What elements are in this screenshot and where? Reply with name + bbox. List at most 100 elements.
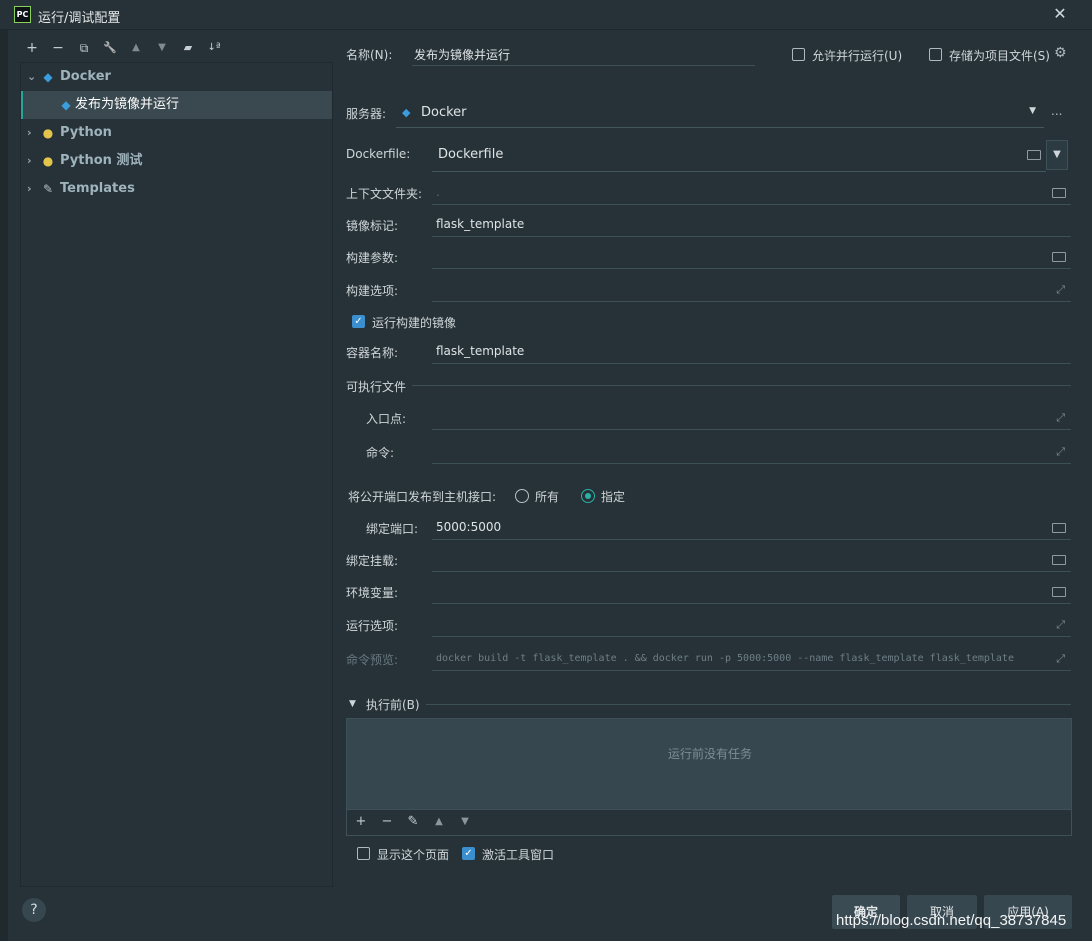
allow-parallel-label: 允许并行运行(U): [812, 49, 903, 63]
folder-icon[interactable]: [1052, 555, 1066, 565]
show-page-label: 显示这个页面: [377, 848, 450, 862]
chevron-down-icon[interactable]: ⌄: [27, 63, 36, 91]
radio-all[interactable]: [515, 489, 529, 503]
tree-item-templates[interactable]: › ✎ Templates: [21, 175, 332, 203]
container-name-label: 容器名称:: [346, 346, 399, 360]
tree-item-label: Python: [60, 125, 112, 140]
before-launch-list: 运行前没有任务: [346, 718, 1072, 810]
edit-task-pencil-icon[interactable]: ✎: [404, 813, 422, 831]
entrypoint-label: 入口点:: [366, 412, 407, 426]
run-options-input[interactable]: ⤢: [432, 613, 1071, 637]
command-preview-value: docker build -t flask_template . && dock…: [436, 653, 1014, 664]
add-task-button[interactable]: +: [352, 813, 370, 831]
tree-item-label: 发布为镜像并运行: [75, 97, 180, 112]
tree-item-label: Templates: [60, 181, 135, 196]
folder-icon[interactable]: [1027, 150, 1041, 160]
move-task-up-button[interactable]: ▲: [430, 813, 448, 831]
chevron-down-icon: ▼: [1029, 106, 1036, 116]
help-button[interactable]: ?: [22, 898, 46, 922]
executable-section-title: 可执行文件: [346, 380, 407, 394]
before-launch-toolbar: + − ✎ ▲ ▼: [346, 810, 1072, 836]
wrench-icon: ✎: [42, 182, 54, 196]
python-icon: ●: [42, 126, 54, 140]
bind-ports-value: 5000:5000: [436, 520, 502, 534]
chevron-right-icon[interactable]: ›: [27, 147, 32, 175]
tree-item-python[interactable]: › ● Python: [21, 119, 332, 147]
entrypoint-input[interactable]: ⤢: [432, 406, 1071, 430]
python-test-icon: ●: [42, 154, 54, 168]
gear-icon[interactable]: ⚙: [1054, 45, 1067, 61]
new-folder-icon[interactable]: ▰: [178, 38, 198, 58]
docker-icon: ◆: [402, 106, 411, 119]
dockerfile-value: Dockerfile: [438, 147, 504, 162]
folder-icon[interactable]: [1052, 252, 1066, 262]
container-name-input[interactable]: flask_template: [432, 340, 1071, 364]
allow-parallel-checkbox[interactable]: [792, 48, 805, 61]
copy-config-button[interactable]: ⧉: [74, 38, 94, 58]
bind-mounts-input[interactable]: [432, 548, 1071, 572]
move-down-button[interactable]: ▼: [152, 38, 172, 58]
tree-item-publish-and-run[interactable]: ◆ 发布为镜像并运行: [21, 91, 332, 119]
image-tag-value: flask_template: [436, 217, 525, 231]
env-vars-label: 环境变量:: [346, 586, 399, 600]
name-label: 名称(N):: [346, 48, 393, 62]
collapse-triangle-icon[interactable]: ▼: [349, 699, 356, 709]
expand-icon[interactable]: ⤢: [1056, 445, 1065, 459]
build-options-label: 构建选项:: [346, 284, 399, 298]
section-divider: [426, 704, 1071, 705]
expand-icon[interactable]: ⤢: [1056, 652, 1065, 666]
build-args-label: 构建参数:: [346, 251, 399, 265]
move-task-down-button[interactable]: ▼: [456, 813, 474, 831]
command-input[interactable]: ⤢: [432, 440, 1071, 464]
chevron-right-icon[interactable]: ›: [27, 175, 32, 203]
server-select[interactable]: ◆ Docker ▼: [396, 98, 1044, 128]
radio-all-label: 所有: [535, 490, 560, 504]
move-up-button[interactable]: ▲: [126, 38, 146, 58]
radio-specify-label: 指定: [601, 490, 626, 504]
expand-icon[interactable]: ⤢: [1056, 411, 1065, 425]
context-folder-input[interactable]: .: [432, 181, 1071, 205]
bind-ports-label: 绑定端口:: [366, 522, 419, 536]
dockerfile-input[interactable]: Dockerfile: [432, 140, 1046, 172]
background-window-strip: [0, 30, 8, 941]
dockerfile-dropdown-button[interactable]: ▼: [1046, 140, 1068, 170]
run-options-label: 运行选项:: [346, 619, 399, 633]
folder-icon[interactable]: [1052, 523, 1066, 533]
command-preview-label: 命令预览:: [346, 653, 399, 667]
title-bar: PC 运行/调试配置 ✕: [0, 0, 1092, 30]
bind-ports-input[interactable]: 5000:5000: [432, 516, 1071, 540]
chevron-right-icon[interactable]: ›: [27, 119, 32, 147]
add-config-button[interactable]: +: [22, 38, 42, 58]
folder-icon[interactable]: [1052, 188, 1066, 198]
radio-specify[interactable]: [581, 489, 595, 503]
tree-item-python-test[interactable]: › ● Python 测试: [21, 147, 332, 175]
sort-icon[interactable]: ↓ª: [204, 38, 224, 58]
expand-icon[interactable]: ⤢: [1056, 618, 1065, 632]
run-built-image-checkbox[interactable]: ✓: [352, 315, 365, 328]
activate-tool-window-checkbox[interactable]: ✓: [462, 847, 475, 860]
folder-icon[interactable]: [1052, 587, 1066, 597]
store-as-file-label: 存储为项目文件(S): [949, 49, 1050, 63]
build-args-input[interactable]: [432, 245, 1071, 269]
remove-config-button[interactable]: −: [48, 38, 68, 58]
before-launch-title: 执行前(B): [366, 698, 420, 712]
show-page-checkbox[interactable]: [357, 847, 370, 860]
name-input[interactable]: 发布为镜像并运行: [412, 42, 755, 66]
docker-icon: ◆: [43, 70, 53, 84]
bind-mounts-label: 绑定挂载:: [346, 554, 399, 568]
server-label: 服务器:: [346, 107, 387, 121]
command-label: 命令:: [366, 446, 395, 460]
server-more-button[interactable]: ...: [1051, 104, 1062, 118]
close-button[interactable]: ✕: [1050, 4, 1070, 24]
image-tag-input[interactable]: flask_template: [432, 213, 1071, 237]
window-title: 运行/调试配置: [38, 11, 121, 26]
publish-ports-label: 将公开端口发布到主机接口:: [348, 490, 497, 504]
tree-item-docker[interactable]: ⌄ ◆ Docker: [21, 63, 332, 91]
env-vars-input[interactable]: [432, 580, 1071, 604]
remove-task-button[interactable]: −: [378, 813, 396, 831]
store-as-file-checkbox[interactable]: [929, 48, 942, 61]
build-options-input[interactable]: ⤢: [432, 278, 1071, 302]
name-value: 发布为镜像并运行: [414, 48, 511, 62]
edit-defaults-wrench-icon[interactable]: 🔧: [100, 38, 120, 58]
expand-icon[interactable]: ⤢: [1056, 283, 1065, 297]
